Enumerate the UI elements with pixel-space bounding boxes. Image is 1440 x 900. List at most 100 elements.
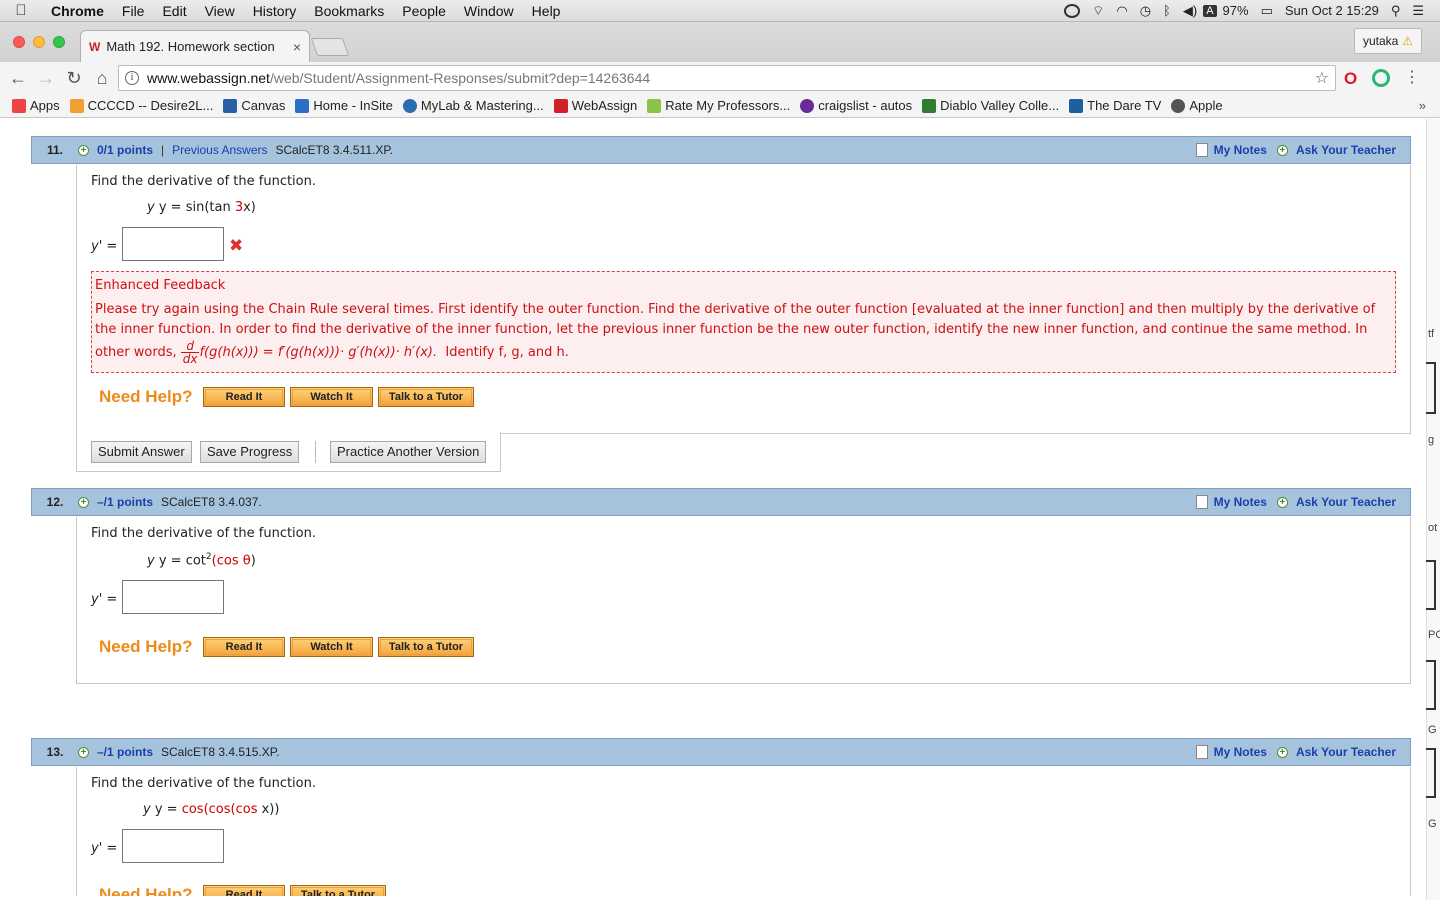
question-body-12 bbox=[76, 517, 1411, 684]
bookmark-craigslist[interactable]: craigslist - autos bbox=[800, 98, 912, 113]
watch-it-button[interactable]: Watch It bbox=[290, 637, 373, 657]
bookmark-dvc[interactable]: Diablo Valley Colle... bbox=[922, 98, 1059, 113]
bookmark-apps[interactable]: Apps bbox=[12, 98, 60, 113]
bookmark-rmp[interactable]: Rate My Professors... bbox=[647, 98, 790, 113]
ask-plus-icon[interactable]: + bbox=[1276, 144, 1288, 156]
wifi-icon[interactable]: ◠ bbox=[1110, 3, 1133, 19]
answer-input[interactable] bbox=[122, 580, 224, 614]
bookmark-star-icon[interactable]: ☆ bbox=[1315, 68, 1329, 88]
opera-status-icon[interactable] bbox=[1058, 3, 1086, 19]
menu-bookmarks[interactable]: Bookmarks bbox=[305, 3, 393, 19]
question-source: SCalcET8 3.4.511.XP. bbox=[275, 143, 394, 157]
answer-input[interactable] bbox=[122, 227, 224, 261]
talk-to-tutor-button[interactable]: Talk to a Tutor bbox=[290, 885, 386, 896]
address-bar[interactable]: i www.webassign.net/web/Student/Assignme… bbox=[118, 65, 1336, 91]
my-notes-link[interactable]: My Notes bbox=[1214, 745, 1267, 759]
side-box bbox=[1426, 560, 1436, 610]
ask-teacher-link[interactable]: Ask Your Teacher bbox=[1296, 143, 1396, 157]
menu-window[interactable]: Window bbox=[455, 3, 523, 19]
apple-menu-icon[interactable]:  bbox=[0, 2, 42, 19]
notification-center-icon[interactable]: ☰ bbox=[1406, 3, 1430, 19]
new-tab-button[interactable] bbox=[310, 38, 350, 56]
expand-plus-icon[interactable]: + bbox=[78, 144, 89, 156]
battery-icon[interactable]: ▭ bbox=[1255, 3, 1279, 19]
my-notes-link[interactable]: My Notes bbox=[1214, 495, 1267, 509]
ask-plus-icon[interactable]: + bbox=[1276, 496, 1288, 508]
ask-plus-icon[interactable]: + bbox=[1276, 746, 1288, 758]
expr-suffix: ) bbox=[250, 553, 256, 569]
save-progress-button[interactable]: Save Progress bbox=[200, 441, 300, 463]
home-icon[interactable]: ⌂ bbox=[88, 68, 116, 89]
my-notes-link[interactable]: My Notes bbox=[1214, 143, 1267, 157]
read-it-button[interactable]: Read It bbox=[203, 387, 285, 407]
notes-icon[interactable] bbox=[1195, 143, 1208, 157]
bluetooth-icon[interactable]: ᛒ bbox=[1157, 3, 1177, 18]
expand-plus-icon[interactable]: + bbox=[78, 746, 89, 758]
forward-arrow-icon[interactable]: → bbox=[32, 68, 60, 89]
menu-people[interactable]: People bbox=[393, 3, 455, 19]
talk-to-tutor-button[interactable]: Talk to a Tutor bbox=[378, 637, 474, 657]
profile-button[interactable]: yutaka ⚠ bbox=[1354, 28, 1422, 54]
bookmark-daretv[interactable]: The Dare TV bbox=[1069, 98, 1161, 113]
points-link[interactable]: –/1 points bbox=[97, 495, 153, 509]
practice-another-version-button[interactable]: Practice Another Version bbox=[330, 441, 487, 463]
bookmark-label: Canvas bbox=[241, 98, 286, 113]
read-it-button[interactable]: Read It bbox=[203, 885, 285, 896]
menu-app-chrome[interactable]: Chrome bbox=[42, 3, 113, 19]
tab-close-icon[interactable]: × bbox=[293, 39, 301, 55]
back-arrow-icon[interactable]: ← bbox=[4, 68, 32, 89]
notes-icon[interactable] bbox=[1195, 495, 1208, 509]
opera-extension-icon[interactable]: O bbox=[1344, 69, 1357, 89]
ask-teacher-link[interactable]: Ask Your Teacher bbox=[1296, 495, 1396, 509]
bookmarks-bar: Apps CCCCD -- Desire2L... Canvas Home - … bbox=[0, 94, 1440, 118]
volume-icon[interactable]: ◀) bbox=[1177, 3, 1203, 19]
menu-history[interactable]: History bbox=[244, 3, 306, 19]
reload-icon[interactable]: ↻ bbox=[60, 68, 88, 89]
question-source: SCalcET8 3.4.037. bbox=[161, 495, 262, 509]
answer-input[interactable] bbox=[122, 829, 224, 863]
previous-answers-link[interactable]: Previous Answers bbox=[172, 143, 267, 157]
battery-percent[interactable]: 97% bbox=[1217, 3, 1255, 18]
menu-file[interactable]: File bbox=[113, 3, 154, 19]
submit-answer-button[interactable]: Submit Answer bbox=[91, 441, 192, 463]
window-close-button[interactable] bbox=[13, 36, 25, 48]
bookmark-webassign[interactable]: WebAssign bbox=[553, 98, 638, 113]
points-link[interactable]: 0/1 points bbox=[97, 143, 153, 157]
grammarly-extension-icon[interactable] bbox=[1372, 69, 1390, 87]
bookmark-apple[interactable]: Apple bbox=[1171, 98, 1223, 113]
expr-suffix: x) bbox=[243, 200, 256, 215]
bookmark-insite[interactable]: Home - InSite bbox=[295, 98, 393, 113]
macos-menubar:  Chrome File Edit View History Bookmark… bbox=[0, 0, 1440, 22]
bookmarks-overflow-icon[interactable]: » bbox=[1419, 98, 1440, 113]
chrome-menu-icon[interactable]: ⋮ bbox=[1404, 67, 1420, 87]
airdrop-icon[interactable]: ⌔ bbox=[1086, 3, 1110, 19]
spotlight-icon[interactable]: ⚲ bbox=[1385, 3, 1407, 19]
time-machine-icon[interactable]: ◷ bbox=[1134, 3, 1157, 19]
side-fragment: PG bbox=[1428, 629, 1440, 641]
bookmark-label: craigslist - autos bbox=[818, 98, 913, 113]
watch-it-button[interactable]: Watch It bbox=[290, 387, 373, 407]
bookmark-cccd[interactable]: CCCCD -- Desire2L... bbox=[69, 98, 213, 113]
points-link[interactable]: –/1 points bbox=[97, 745, 153, 759]
tab-strip: W Math 192. Homework section × yutaka ⚠ bbox=[0, 22, 1440, 62]
talk-to-tutor-button[interactable]: Talk to a Tutor bbox=[378, 387, 474, 407]
ask-teacher-link[interactable]: Ask Your Teacher bbox=[1296, 745, 1396, 759]
function-expression: y y = cot2(cos θ) bbox=[147, 552, 256, 569]
clock[interactable]: Sun Oct 2 15:29 bbox=[1279, 3, 1385, 18]
notes-icon[interactable] bbox=[1195, 745, 1208, 759]
menu-view[interactable]: View bbox=[196, 3, 244, 19]
input-source-icon[interactable]: A bbox=[1203, 4, 1217, 17]
bookmark-mylab[interactable]: MyLab & Mastering... bbox=[402, 98, 544, 113]
bookmark-canvas[interactable]: Canvas bbox=[223, 98, 285, 113]
site-info-icon[interactable]: i bbox=[125, 71, 139, 85]
tab-webassign[interactable]: W Math 192. Homework section × bbox=[80, 30, 310, 62]
menu-edit[interactable]: Edit bbox=[153, 3, 195, 19]
window-minimize-button[interactable] bbox=[33, 36, 45, 48]
bookmark-label: WebAssign bbox=[571, 98, 638, 113]
expand-plus-icon[interactable]: + bbox=[78, 496, 89, 508]
window-zoom-button[interactable] bbox=[53, 36, 65, 48]
menu-help[interactable]: Help bbox=[523, 3, 570, 19]
read-it-button[interactable]: Read It bbox=[203, 637, 285, 657]
warning-icon: ⚠ bbox=[1402, 34, 1414, 48]
expr-red: cos(cos(cos bbox=[181, 802, 262, 817]
